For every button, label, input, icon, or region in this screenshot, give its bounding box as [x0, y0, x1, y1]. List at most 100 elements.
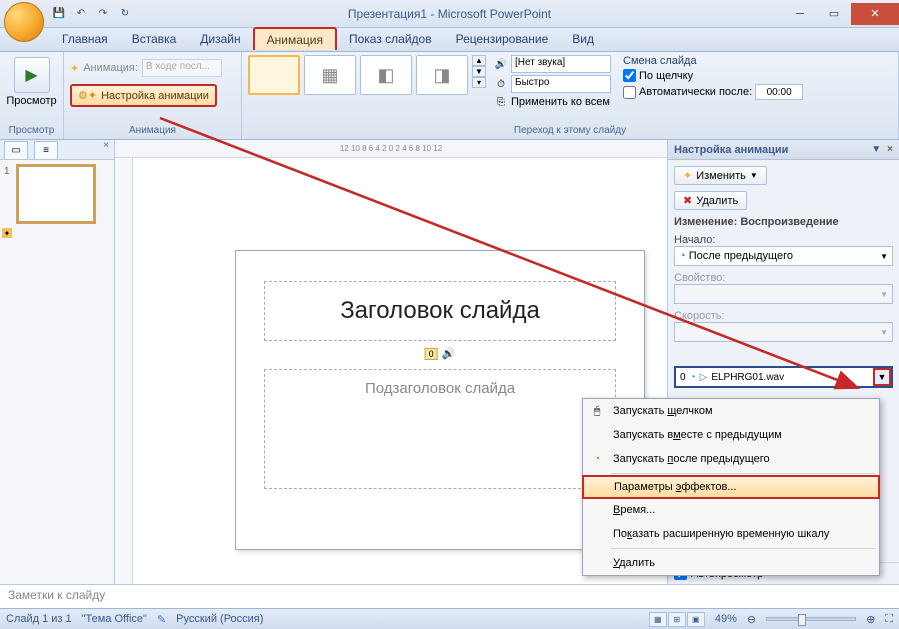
gear-star-icon: ⚙✦ [78, 89, 97, 102]
zoom-in[interactable]: ⊕ [866, 613, 875, 626]
zoom-percent[interactable]: 49% [715, 613, 737, 625]
ctx-start-afterprev[interactable]: ◔Запускать после предыдущего [583, 447, 879, 471]
transition-speed-dropdown[interactable]: Быстро [511, 75, 611, 93]
tab-slideshow[interactable]: Показ слайдов [337, 28, 444, 51]
outline-tab[interactable]: ≡ [34, 141, 58, 159]
effect-list-item[interactable]: 0 ◔ ▷ ELPHRG01.wav ▼ [674, 366, 893, 388]
gallery-more[interactable]: ▾ [472, 77, 486, 88]
slide-change-title: Смена слайда [623, 55, 803, 67]
transition-3[interactable]: ◨ [416, 55, 468, 95]
tab-review[interactable]: Рецензирование [444, 28, 561, 51]
transition-none[interactable] [248, 55, 300, 95]
pane-header: Настройка анимации ▼ × [668, 140, 899, 160]
window-title: Презентация1 - Microsoft PowerPoint [348, 7, 551, 21]
transition-2[interactable]: ◧ [360, 55, 412, 95]
tab-home[interactable]: Главная [50, 28, 120, 51]
custom-animation-button[interactable]: ⚙✦ Настройка анимации [70, 84, 217, 107]
clock-icon: ◔ [679, 250, 686, 262]
auto-after-checkbox[interactable]: Автоматически после: [623, 84, 803, 100]
speed-label: Скорость: [674, 310, 893, 322]
office-button[interactable] [4, 2, 44, 42]
gallery-up[interactable]: ▲ [472, 55, 486, 66]
ctx-show-timeline[interactable]: Показать расширенную временную шкалу [583, 522, 879, 546]
star-icon: ✦ [70, 62, 79, 75]
property-dropdown: ▼ [674, 284, 893, 304]
slides-tab[interactable]: ▭ [4, 141, 28, 159]
preview-label: Просмотр [6, 95, 57, 107]
sound-object[interactable]: 0 🔊 [425, 347, 456, 360]
ribbon-tabs: Главная Вставка Дизайн Анимация Показ сл… [0, 28, 899, 52]
view-sorter[interactable]: ⊞ [668, 612, 686, 627]
close-button[interactable]: ✕ [851, 3, 899, 25]
window-controls: ─ ▭ ✕ [783, 3, 899, 25]
fit-window[interactable]: ⛶ [885, 613, 893, 626]
undo-icon[interactable]: ↶ [72, 5, 90, 23]
title-placeholder[interactable]: Заголовок слайда [264, 281, 616, 341]
effect-item-dropdown[interactable]: ▼ [873, 368, 891, 386]
status-bar: Слайд 1 из 1 "Тема Office" ✎ Русский (Ро… [0, 608, 899, 629]
pane-close-icon[interactable]: × [887, 144, 893, 155]
animation-indicator-icon: ✦ [2, 228, 12, 238]
custom-anim-label: Настройка анимации [101, 90, 209, 102]
ctx-start-withprev[interactable]: Запускать вместе с предыдущим [583, 423, 879, 447]
effect-name: ELPHRG01.wav [711, 372, 784, 383]
animation-dropdown[interactable]: В ходе посл... [142, 59, 222, 77]
zoom-out[interactable]: ⊖ [747, 613, 756, 626]
pane-dropdown-icon[interactable]: ▼ [871, 144, 881, 155]
clock-small-icon: ◔ [690, 372, 696, 383]
ribbon: ▶ Просмотр Просмотр ✦ Анимация: В ходе п… [0, 52, 899, 140]
transition-sound-dropdown[interactable]: [Нет звука] [511, 55, 611, 73]
maximize-button[interactable]: ▭ [817, 3, 851, 25]
transition-gallery[interactable]: ▦ ◧ ◨ [248, 55, 468, 95]
on-click-checkbox[interactable]: По щелчку [623, 69, 803, 82]
ctx-timing[interactable]: Время... [583, 498, 879, 522]
tab-design[interactable]: Дизайн [188, 28, 252, 51]
gallery-down[interactable]: ▼ [472, 66, 486, 77]
save-icon[interactable]: 💾 [50, 5, 68, 23]
view-slideshow[interactable]: ▣ [687, 612, 705, 627]
group-preview: Просмотр [6, 123, 57, 136]
ctx-separator [611, 473, 875, 474]
auto-after-time[interactable] [755, 84, 803, 100]
title-bar: 💾 ↶ ↷ ↻ Презентация1 - Microsoft PowerPo… [0, 0, 899, 28]
zoom-slider[interactable] [766, 617, 856, 621]
gallery-nav: ▲ ▼ ▾ [472, 55, 486, 88]
preview-play-icon: ▶ [14, 57, 50, 93]
subtitle-placeholder[interactable]: Подзаголовок слайда [264, 369, 616, 489]
transition-1[interactable]: ▦ [304, 55, 356, 95]
redo-icon[interactable]: ↷ [94, 5, 112, 23]
property-label: Свойство: [674, 272, 893, 284]
minimize-button[interactable]: ─ [783, 3, 817, 25]
start-label: Начало: [674, 234, 893, 246]
preview-button[interactable]: ▶ Просмотр [6, 55, 57, 107]
modify-button[interactable]: ✦Изменить ▼ [674, 166, 767, 185]
panel-close[interactable]: × [98, 140, 114, 159]
speed-dropdown: ▼ [674, 322, 893, 342]
delete-button[interactable]: ✖Удалить [674, 191, 747, 210]
ctx-remove[interactable]: Удалить [583, 551, 879, 575]
ctx-effect-params[interactable]: Параметры эффектов... [582, 475, 880, 499]
refresh-icon[interactable]: ↻ [116, 5, 134, 23]
status-theme: "Тема Office" [82, 613, 147, 625]
lang-icon: ✎ [157, 613, 166, 626]
slide-thumbnail-1[interactable] [18, 166, 94, 222]
pane-title: Настройка анимации [674, 144, 788, 156]
tab-view[interactable]: Вид [560, 28, 606, 51]
zoom-thumb[interactable] [798, 614, 806, 626]
tab-animation[interactable]: Анимация [253, 27, 337, 50]
delete-x-icon: ✖ [683, 194, 692, 207]
clock-orange-icon: ◔ [589, 451, 605, 467]
effect-order: 0 [680, 372, 686, 383]
anim-order-badge: 0 [425, 348, 438, 360]
tab-insert[interactable]: Вставка [120, 28, 189, 51]
apply-all-button[interactable]: Применить ко всем [511, 96, 610, 108]
change-effect-label: Изменение: Воспроизведение [674, 216, 893, 228]
status-lang[interactable]: Русский (Россия) [176, 613, 263, 625]
ruler-vertical [115, 158, 133, 584]
ctx-start-onclick[interactable]: 🖱Запускать щелчком [583, 399, 879, 423]
play-triangle-icon: ▷ [700, 372, 708, 383]
notes-pane[interactable]: Заметки к слайду [0, 584, 899, 608]
start-dropdown[interactable]: ◔ После предыдущего▼ [674, 246, 893, 266]
ctx-separator-2 [611, 548, 875, 549]
view-normal[interactable]: ▦ [649, 612, 667, 627]
